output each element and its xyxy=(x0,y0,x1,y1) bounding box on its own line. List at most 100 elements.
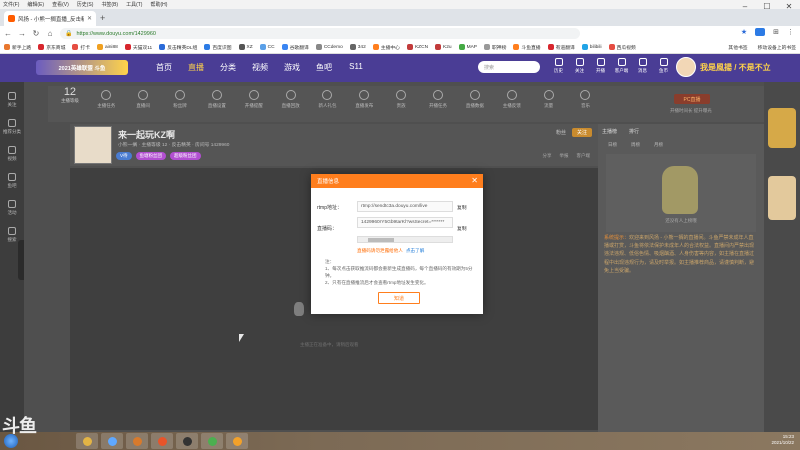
header-icon-item[interactable]: 客户端 xyxy=(611,58,632,74)
header-icon-item[interactable]: 消息 xyxy=(632,58,653,74)
taskbar-app-orange[interactable] xyxy=(226,433,248,449)
nav-item[interactable]: 游戏 xyxy=(276,62,308,73)
room-tag[interactable]: 鱼塘粉丝团 xyxy=(135,152,167,160)
copy-rtmp-button[interactable]: 复制 xyxy=(457,204,467,211)
toolbar-item[interactable]: 新人礼包 xyxy=(309,86,346,109)
taskbar-explorer[interactable] xyxy=(76,433,98,449)
nav-item[interactable]: S11 xyxy=(340,62,372,73)
new-tab-icon[interactable]: + xyxy=(100,13,105,23)
bookmark-item[interactable]: 天猫双11 xyxy=(124,44,152,51)
sidebar-expand-handle[interactable] xyxy=(18,240,24,280)
bookmark-item[interactable]: 西瓜视频 xyxy=(608,44,636,51)
taskbar-chrome[interactable] xyxy=(201,433,223,449)
rtmp-url-field[interactable]: rtmp://sendtc3a.douyu.com/live xyxy=(357,201,453,212)
nav-item[interactable]: 直播 xyxy=(180,62,212,73)
header-icon-item[interactable]: 开播 xyxy=(590,58,611,74)
toolbar-item[interactable]: 开播任务 xyxy=(420,86,457,109)
copy-key-button[interactable]: 复制 xyxy=(457,225,467,232)
bookmark-item[interactable]: 新手上路 xyxy=(4,44,31,51)
gift-box-icon[interactable] xyxy=(768,108,796,148)
baidu-extension-icon[interactable] xyxy=(755,28,766,36)
toolbar-item[interactable]: 主播任务 xyxy=(88,86,125,109)
avatar[interactable] xyxy=(676,57,696,77)
menu-item[interactable]: 编辑(E) xyxy=(27,1,44,8)
toolbar-item[interactable]: 直播间 xyxy=(125,86,162,109)
bookmark-item[interactable]: CC xyxy=(259,44,275,50)
toolbar-item[interactable]: 音乐 xyxy=(567,86,604,109)
taskbar-cs[interactable] xyxy=(126,433,148,449)
address-bar[interactable]: 🔒 https://www.douyu.com/1429960 xyxy=(60,28,580,39)
search-input[interactable]: 搜索 xyxy=(478,61,540,73)
sidebar-item[interactable]: 视频 xyxy=(0,146,24,162)
room-tag[interactable]: V待 xyxy=(116,152,132,160)
sidebar-item[interactable]: 推荐分类 xyxy=(0,119,24,135)
stream-key-field[interactable]: 1429960rY5Gb9tarKl?wsSecret=******* xyxy=(357,217,453,228)
room-action[interactable]: 举报 xyxy=(560,153,569,159)
follow-button[interactable]: 关注 xyxy=(571,128,592,137)
header-icon-item[interactable]: 历史 xyxy=(548,58,569,74)
ok-button[interactable]: 知道 xyxy=(378,292,420,304)
username[interactable]: 我是風揚 / 不是不立 xyxy=(700,62,771,73)
bookmark-item[interactable]: XZ xyxy=(238,44,253,50)
bookmark-folder[interactable]: 移动设备上的书签 xyxy=(758,44,796,51)
nav-item[interactable]: 视频 xyxy=(244,62,276,73)
system-clock[interactable]: 15:23 2021/10/22 xyxy=(771,434,794,446)
toolbar-item[interactable]: 直播回放 xyxy=(272,86,309,109)
bookmark-item[interactable]: 342 xyxy=(349,44,366,50)
bookmark-star-icon[interactable]: ★ xyxy=(741,28,747,36)
douyu-logo[interactable]: 2021英雄联盟 斗鱼 xyxy=(36,60,128,75)
tab-close-icon[interactable]: ✕ xyxy=(87,15,92,22)
bookmark-item[interactable]: 主播中心 xyxy=(372,44,400,51)
tab-anchor-rank[interactable]: 主播榜 xyxy=(602,128,617,135)
toolbar-item[interactable]: 粉丝牌 xyxy=(162,86,199,109)
reload-icon[interactable]: ↻ xyxy=(32,29,40,38)
menu-item[interactable]: 历史(S) xyxy=(77,1,94,8)
bookmark-item[interactable]: 斗鱼直播 xyxy=(513,44,541,51)
tab-rank[interactable]: 排行 xyxy=(629,128,639,135)
taskbar-firefox[interactable] xyxy=(151,433,173,449)
room-action[interactable]: 客户端 xyxy=(577,153,591,159)
learn-more-link[interactable]: 点击了解 xyxy=(406,248,424,253)
close-icon[interactable]: ✕ xyxy=(471,176,478,185)
back-icon[interactable]: ← xyxy=(4,29,12,38)
taskbar-obs[interactable] xyxy=(176,433,198,449)
bookmark-item[interactable]: 京东商城 xyxy=(38,44,65,51)
toolbar-item[interactable]: 直播发布 xyxy=(346,86,383,109)
bookmark-item[interactable]: 百度识图 xyxy=(204,44,232,51)
menu-item[interactable]: 文件(F) xyxy=(3,1,19,8)
nav-item[interactable]: 首页 xyxy=(148,62,180,73)
toolbar-item[interactable]: 开播提醒 xyxy=(235,86,272,109)
browser-tab[interactable]: 风扬 - 小熊一搁直播_反击精彩... ✕ xyxy=(4,11,96,26)
sidebar-item[interactable]: 活动 xyxy=(0,200,24,216)
menu-item[interactable]: 帮助(H) xyxy=(150,1,167,8)
toolbar-item[interactable]: 流量 xyxy=(530,86,567,109)
menu-icon[interactable]: ⋮ xyxy=(787,28,794,36)
bookmark-item[interactable]: 有道翻译 xyxy=(547,44,575,51)
bookmark-item[interactable]: CCdemo xyxy=(315,44,343,50)
nav-item[interactable]: 鱼吧 xyxy=(308,62,340,73)
bookmark-item[interactable]: 谷歌翻译 xyxy=(281,44,309,51)
tab-day[interactable]: 日榜 xyxy=(608,142,617,148)
toolbar-item[interactable]: 贵族 xyxy=(383,86,420,109)
forward-icon[interactable]: → xyxy=(18,29,26,38)
bookmark-item[interactable]: 职神榜 xyxy=(483,44,506,51)
sidebar-item[interactable]: 关注 xyxy=(0,92,24,108)
taskbar-app-blue[interactable] xyxy=(101,433,123,449)
menu-item[interactable]: 查看(V) xyxy=(52,1,69,8)
bookmark-item[interactable]: K2u xyxy=(435,44,452,50)
bookmark-item[interactable]: aini88 xyxy=(97,44,118,50)
header-icon-item[interactable]: 关注 xyxy=(569,58,590,74)
bookmark-item[interactable]: bilibili xyxy=(581,44,602,50)
menu-item[interactable]: 书签(B) xyxy=(101,1,118,8)
key-scrollbar[interactable] xyxy=(357,236,453,243)
tab-week[interactable]: 周榜 xyxy=(631,142,640,148)
sidebar-item[interactable]: 鱼吧 xyxy=(0,173,24,189)
bookmark-item[interactable]: 打卡 xyxy=(72,44,90,51)
toolbar-item[interactable]: 主播反馈 xyxy=(493,86,530,109)
room-avatar[interactable] xyxy=(74,126,112,164)
bookmark-item[interactable]: KZCN xyxy=(406,44,428,50)
room-tag[interactable]: 超级粉丝团 xyxy=(170,152,201,160)
pc-live-button[interactable]: PC直播 xyxy=(674,94,710,104)
menu-item[interactable]: 工具(T) xyxy=(126,1,142,8)
home-icon[interactable]: ⌂ xyxy=(46,29,54,38)
